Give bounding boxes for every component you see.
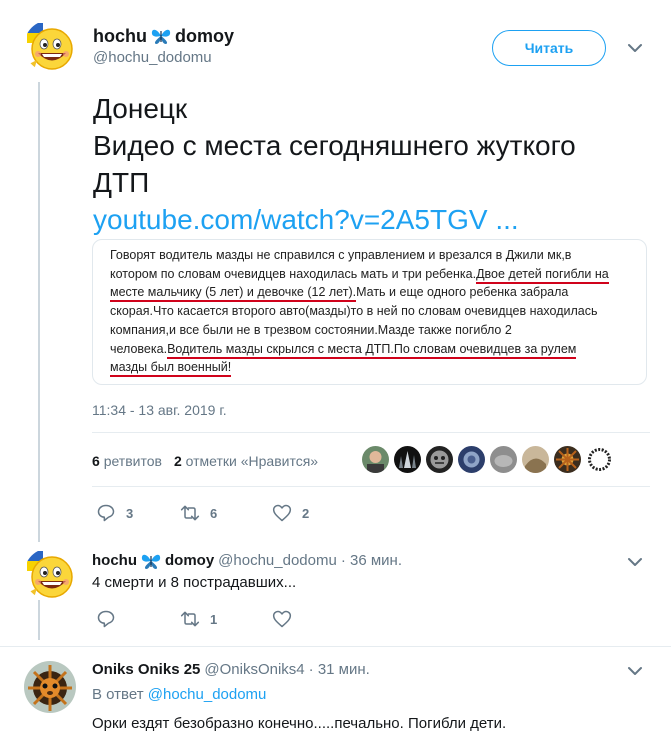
- divider: [92, 432, 650, 433]
- underlined-text: месте мальчику (5 лет) и девочке (12 лет…: [110, 285, 357, 303]
- engagement-stats: 6 ретвитов 2 отметки «Нравится»: [92, 453, 318, 469]
- reply-count: 3: [126, 505, 134, 521]
- author-name[interactable]: domoy: [175, 24, 234, 48]
- author-handle[interactable]: @hochu_dodomu: [218, 551, 337, 571]
- underlined-text: мазды был военный!: [110, 360, 232, 378]
- author-name[interactable]: hochu: [93, 24, 147, 48]
- avatar[interactable]: [426, 446, 453, 473]
- like-button[interactable]: 2: [272, 503, 309, 523]
- liker-avatars: [362, 446, 613, 473]
- author-name[interactable]: hochu: [92, 551, 137, 571]
- avatar[interactable]: [554, 446, 581, 473]
- retweet-count: 6: [210, 505, 218, 521]
- chevron-down-icon[interactable]: [627, 556, 643, 568]
- likes-stat[interactable]: 2 отметки «Нравится»: [174, 453, 318, 469]
- reply-time[interactable]: · 31 мин.: [309, 660, 370, 680]
- butterfly-icon: [151, 27, 171, 45]
- avatar[interactable]: [24, 548, 76, 600]
- author-name[interactable]: Oniks Oniks 25: [92, 660, 200, 680]
- reply-text: Орки ездят безобразно конечно.....печаль…: [92, 715, 507, 732]
- reply-to-line: В ответ @hochu_dodomu: [92, 686, 266, 703]
- thread-line: [38, 600, 40, 640]
- avatar[interactable]: [24, 20, 76, 72]
- tweet-text: Донецк Видео с места сегодняшнего жутког…: [93, 90, 653, 238]
- mention-link[interactable]: @hochu_dodomu: [148, 686, 267, 703]
- card-line: человека.Водитель мазды скрылся с места …: [110, 340, 640, 359]
- author-handle[interactable]: @OniksOniks4: [204, 660, 304, 680]
- avatar[interactable]: [522, 446, 549, 473]
- reply-time[interactable]: · 36 мин.: [341, 551, 402, 571]
- like-button[interactable]: [272, 609, 302, 629]
- tweet-link[interactable]: youtube.com/watch?v=2A5TGV ...: [93, 201, 653, 238]
- author-name[interactable]: domoy: [165, 551, 214, 571]
- tweet-timestamp[interactable]: 11:34 - 13 авг. 2019 г.: [92, 402, 227, 418]
- thread-line: [38, 82, 40, 542]
- card-line: мазды был военный!: [110, 358, 640, 378]
- card-line: скорая.Что касается второго авто(мазды)т…: [110, 304, 598, 319]
- avatar[interactable]: [362, 446, 389, 473]
- divider: [0, 646, 671, 647]
- retweet-button[interactable]: 6: [180, 503, 217, 523]
- reply-to-label: В ответ: [92, 686, 144, 703]
- like-count: 2: [302, 505, 310, 521]
- reply-header: hochu domoy @hochu_dodomu · 36 мин.: [92, 551, 402, 571]
- avatar[interactable]: [490, 446, 517, 473]
- follow-button[interactable]: Читать: [492, 30, 606, 66]
- reply-icon: [96, 503, 116, 523]
- heart-icon: [272, 503, 292, 523]
- reply-icon: [96, 609, 116, 629]
- avatar[interactable]: [586, 446, 613, 473]
- butterfly-icon: [141, 552, 161, 570]
- reply-button[interactable]: [96, 609, 126, 629]
- divider: [92, 486, 650, 487]
- avatar[interactable]: [24, 661, 76, 713]
- chevron-down-icon[interactable]: [627, 665, 643, 677]
- card-line: котором по словам очевидцев находилась м…: [110, 265, 640, 284]
- avatar[interactable]: [458, 446, 485, 473]
- underlined-text: Двое детей погибли на: [476, 266, 609, 284]
- reply-header: Oniks Oniks 25 @OniksOniks4 · 31 мин.: [92, 660, 370, 680]
- card-line: Говорят водитель мазды не справился с уп…: [110, 248, 572, 262]
- chevron-down-icon[interactable]: [627, 42, 643, 54]
- tweet-author[interactable]: hochu domoy @hochu_dodomu: [93, 24, 234, 68]
- retweet-icon: [180, 503, 200, 523]
- card-line: компания,и все были не в трезвом состоян…: [110, 322, 512, 337]
- retweet-icon: [180, 609, 200, 629]
- heart-icon: [272, 609, 292, 629]
- tweet-text-line: Видео с места сегодняшнего жуткого: [93, 130, 576, 161]
- reply-button[interactable]: 3: [96, 503, 133, 523]
- avatar[interactable]: [394, 446, 421, 473]
- author-handle[interactable]: @hochu_dodomu: [93, 48, 234, 68]
- card-text: Говорят водитель мазды не справился с уп…: [110, 246, 640, 378]
- retweet-button[interactable]: 1: [180, 609, 217, 629]
- text-image-card[interactable]: Говорят водитель мазды не справился с уп…: [92, 239, 647, 385]
- reply-text: 4 смерти и 8 пострадавших...: [92, 574, 297, 591]
- retweets-stat[interactable]: 6 ретвитов: [92, 453, 162, 469]
- underlined-text: Водитель мазды скрылся с места ДТП.По сл…: [167, 341, 577, 359]
- tweet-text-line: ДТП: [93, 167, 150, 198]
- card-line: месте мальчику (5 лет) и девочке (12 лет…: [110, 283, 640, 303]
- tweet-text-line: Донецк: [93, 93, 188, 124]
- retweet-count: 1: [210, 611, 218, 627]
